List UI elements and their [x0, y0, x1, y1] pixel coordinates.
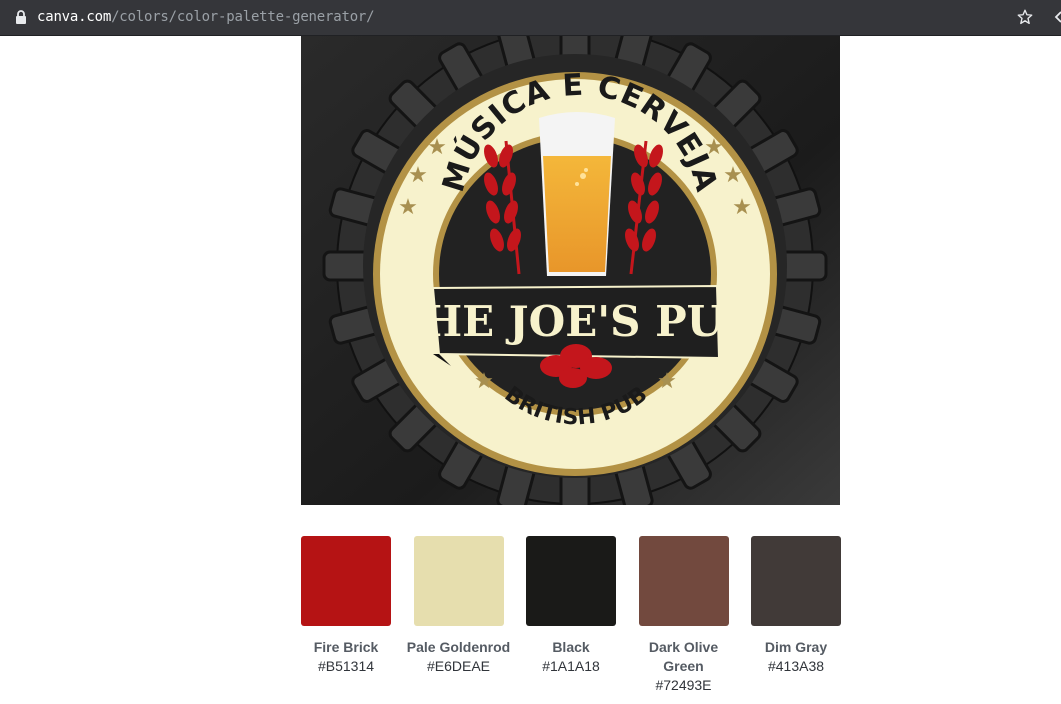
- color-name: Dark Olive Green: [648, 639, 719, 674]
- palette-swatch[interactable]: Black #1A1A18: [526, 536, 616, 704]
- color-hex[interactable]: #B51314: [318, 657, 374, 676]
- color-name: Black: [552, 639, 590, 655]
- svg-text:★: ★: [427, 135, 447, 160]
- lock-icon[interactable]: [14, 9, 28, 25]
- svg-text:★: ★: [398, 195, 418, 220]
- svg-text:★: ★: [657, 369, 677, 394]
- color-chip[interactable]: [301, 536, 391, 626]
- palette-swatch[interactable]: Dim Gray #413A38: [751, 536, 841, 704]
- palette-swatch[interactable]: Pale Goldenrod #E6DEAE: [407, 536, 510, 704]
- color-chip[interactable]: [526, 536, 616, 626]
- color-name: Pale Goldenrod: [406, 639, 511, 655]
- svg-text:★: ★: [723, 163, 743, 188]
- color-chip[interactable]: [751, 536, 841, 626]
- extension-icon[interactable]: [1054, 10, 1061, 24]
- address-bar[interactable]: canva.com/colors/color-palette-generator…: [37, 8, 375, 26]
- color-hex[interactable]: #72493E: [655, 676, 711, 695]
- color-hex[interactable]: #413A38: [768, 657, 824, 676]
- color-name: Fire Brick: [313, 639, 379, 655]
- color-hex[interactable]: #E6DEAE: [427, 657, 490, 676]
- browser-toolbar: canva.com/colors/color-palette-generator…: [0, 0, 1061, 36]
- color-palette: Fire Brick #B51314 Pale Goldenrod #E6DEA…: [301, 536, 841, 704]
- url-host: canva.com: [37, 9, 112, 25]
- svg-text:★: ★: [408, 163, 428, 188]
- url-path: /colors/color-palette-generator/: [111, 9, 375, 25]
- logo-name: THE JOE'S PUB: [391, 297, 759, 346]
- pub-logo-image: ★★★ ★★★ ★ ★ MÚSICA E CERVEJA THE JOE'S P…: [301, 36, 840, 505]
- svg-text:★: ★: [474, 369, 494, 394]
- palette-swatch[interactable]: Fire Brick #B51314: [301, 536, 391, 704]
- uploaded-image: ★ ★ ★ ★ ★ ★ ★ ★ MÚSICA E CERVEJA THE JOE…: [301, 36, 840, 505]
- bookmark-star-icon[interactable]: [1016, 8, 1034, 26]
- color-name: Dim Gray: [764, 639, 828, 655]
- svg-text:★: ★: [732, 195, 752, 220]
- color-chip[interactable]: [413, 536, 504, 626]
- color-hex[interactable]: #1A1A18: [542, 657, 600, 676]
- palette-swatch[interactable]: Dark Olive Green #72493E: [638, 536, 729, 704]
- color-chip[interactable]: [638, 536, 729, 626]
